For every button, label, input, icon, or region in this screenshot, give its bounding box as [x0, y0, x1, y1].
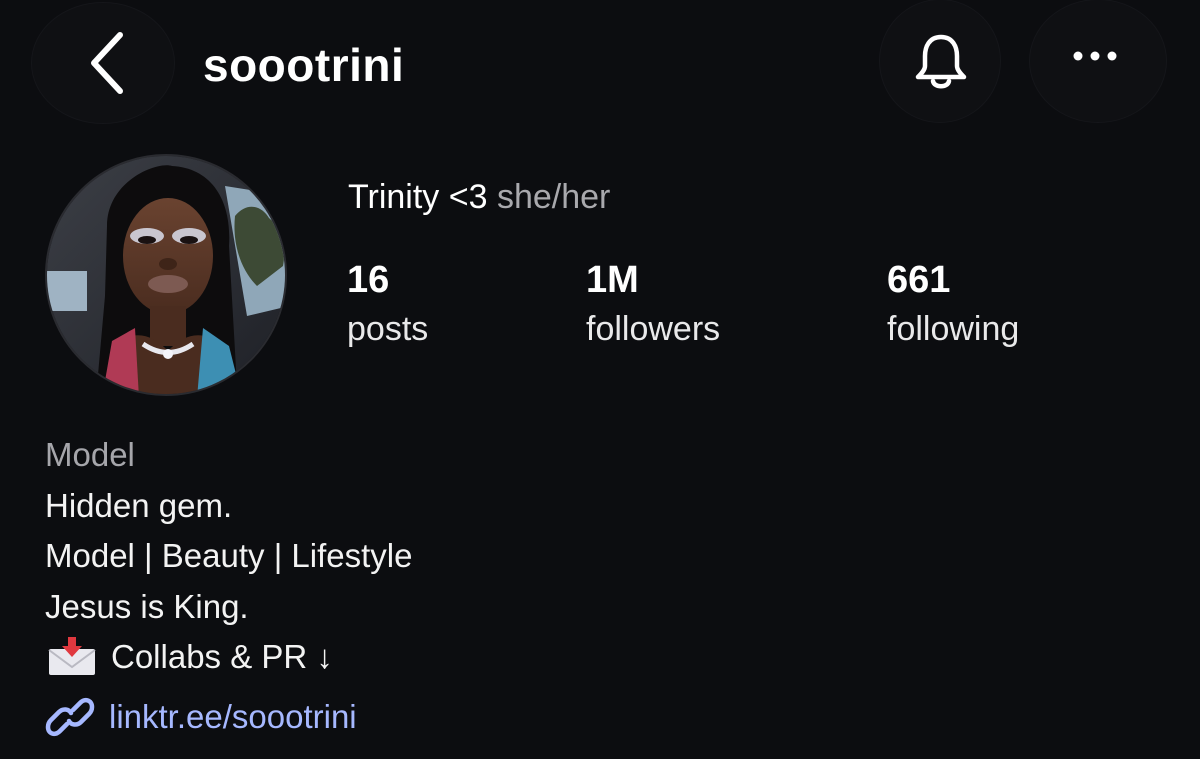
profile-username: soootrini [203, 39, 405, 91]
following-label: following [887, 310, 1020, 348]
chevron-left-icon [91, 32, 123, 94]
followers-count: 1M [586, 259, 639, 301]
more-options-button[interactable] [1030, 0, 1166, 122]
stat-following[interactable]: 661 following [887, 258, 1019, 356]
bell-icon [915, 34, 967, 89]
collab-text: Collabs & PR ↓ [111, 638, 333, 675]
notifications-button[interactable] [880, 0, 1000, 122]
more-horizontal-icon [1073, 51, 1117, 61]
pronouns: she/her [496, 178, 611, 216]
avatar-image [47, 156, 285, 394]
bio-line: Hidden gem. [45, 486, 233, 524]
posts-label: posts [347, 310, 429, 348]
back-button[interactable] [32, 3, 174, 123]
bio-line: Model | Beauty | Lifestyle [45, 537, 413, 574]
stat-followers[interactable]: 1M followers [586, 258, 720, 356]
profile-category: Model [45, 436, 135, 473]
bio: Model Hidden gem. Model | Beauty | Lifes… [45, 430, 413, 683]
profile-avatar[interactable] [45, 154, 287, 396]
bio-collab-line: Collabs & PR ↓ [45, 632, 413, 683]
followers-label: followers [586, 310, 721, 348]
display-name: Trinity <3 she/her [348, 178, 610, 217]
stat-posts[interactable]: 16 posts [347, 258, 428, 356]
link-icon [45, 697, 95, 737]
posts-count: 16 [347, 259, 390, 301]
envelope-with-arrow-icon [48, 637, 96, 676]
profile-page: soootrini Trinity <3 she/her 16 posts 1M… [0, 0, 1200, 759]
bio-line: Jesus is King. [45, 587, 249, 625]
bio-link[interactable]: linktr.ee/soootrini [45, 696, 357, 738]
link-text: linktr.ee/soootrini [109, 698, 357, 735]
display-name-text: Trinity <3 [348, 178, 488, 216]
following-count: 661 [887, 259, 951, 301]
